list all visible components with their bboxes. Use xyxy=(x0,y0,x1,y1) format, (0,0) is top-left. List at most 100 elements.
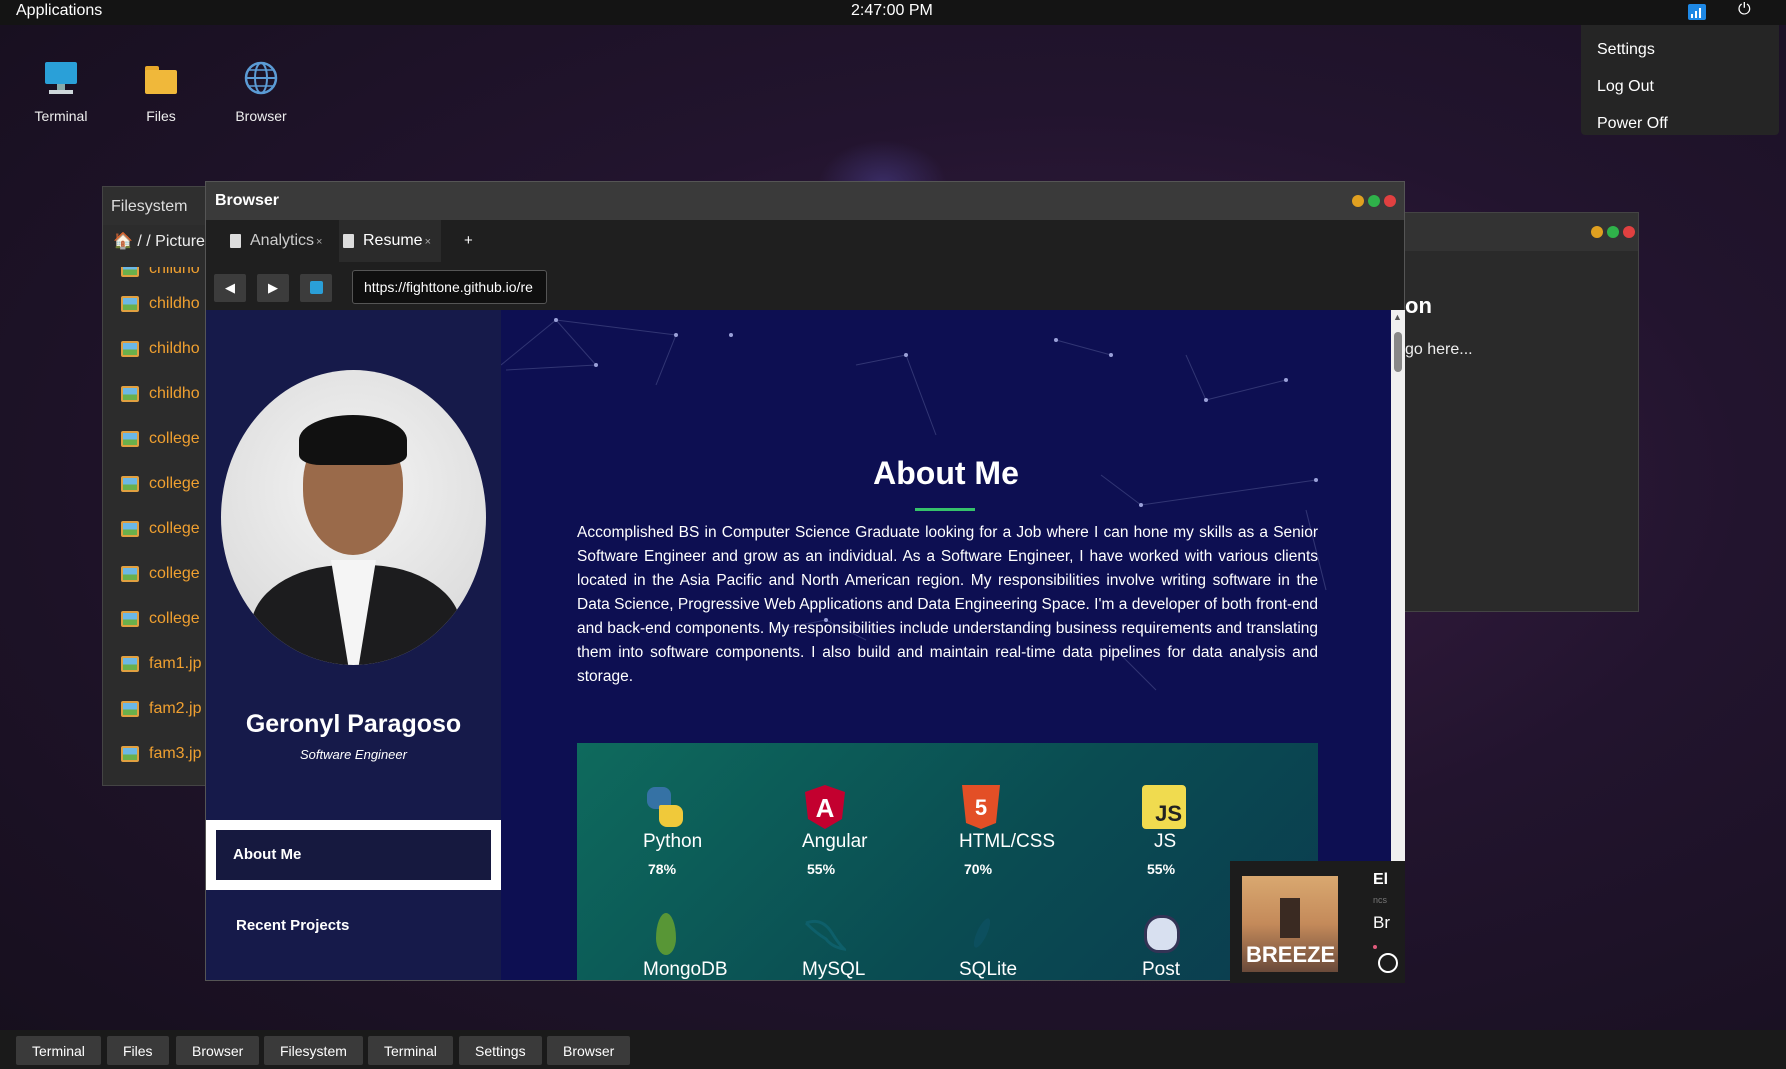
browser-window[interactable]: Browser Analytics × Resume × + ◀ ▶ https:/… xyxy=(205,181,1405,981)
file-name: childho xyxy=(149,384,200,402)
skill-python: Python 78% xyxy=(643,785,783,877)
refresh-icon xyxy=(309,281,323,294)
skill-label: Angular xyxy=(802,831,868,852)
file-item[interactable]: college xyxy=(103,506,209,551)
close-button[interactable] xyxy=(1384,195,1396,207)
file-item[interactable]: childho xyxy=(103,371,209,416)
window-controls xyxy=(1352,195,1396,207)
image-file-icon xyxy=(121,745,139,762)
file-item[interactable]: childho xyxy=(103,326,209,371)
file-list: childho childho childho childho college … xyxy=(103,267,209,785)
image-file-icon xyxy=(121,565,139,582)
home-icon[interactable]: 🏠 xyxy=(113,233,133,250)
taskbar-filesystem[interactable]: Filesystem xyxy=(264,1036,363,1065)
svg-text:A: A xyxy=(816,793,835,823)
forward-button[interactable]: ▶ xyxy=(257,274,289,302)
skill-label: HTML/CSS xyxy=(959,831,1056,852)
background-window[interactable]: on go here... xyxy=(1400,212,1639,612)
file-item[interactable]: fam3.jp xyxy=(103,731,209,776)
profile-name: Geronyl Paragoso xyxy=(245,710,462,738)
scrollbar-thumb[interactable] xyxy=(1394,332,1402,372)
image-file-icon xyxy=(121,267,139,277)
file-item[interactable]: childho xyxy=(103,281,209,326)
tab-close-icon[interactable]: × xyxy=(316,236,322,248)
menu-item-settings[interactable]: Settings xyxy=(1581,33,1779,70)
nav-about-me[interactable]: About Me xyxy=(206,820,501,890)
desktop-icon-terminal[interactable]: Terminal xyxy=(16,58,106,124)
image-file-icon xyxy=(121,385,139,402)
music-player-widget[interactable]: BREEZE El ncs Br xyxy=(1230,861,1405,983)
back-button[interactable]: ◀ xyxy=(214,274,246,302)
folder-icon xyxy=(141,58,181,98)
skill-sqlite: SQLite xyxy=(959,913,1099,980)
tab-close-icon[interactable]: × xyxy=(425,236,431,248)
applications-menu[interactable]: Applications xyxy=(16,2,102,20)
taskbar-terminal[interactable]: Terminal xyxy=(16,1036,101,1065)
minimize-button[interactable] xyxy=(1591,226,1603,238)
file-item[interactable]: fam2.jp xyxy=(103,686,209,731)
file-item[interactable]: fam1.jp xyxy=(103,641,209,686)
network-icon[interactable] xyxy=(1688,4,1706,20)
file-item[interactable]: college xyxy=(103,461,209,506)
file-item[interactable]: childho xyxy=(103,267,209,281)
maximize-button[interactable] xyxy=(1607,226,1619,238)
file-name: fam1.jp xyxy=(149,654,202,672)
desktop-icon-label: Terminal xyxy=(34,108,88,124)
taskbar-settings[interactable]: Settings xyxy=(459,1036,542,1065)
path-text: / / Picture xyxy=(137,233,205,250)
window-title: Browser xyxy=(215,192,280,209)
desktop-icon-browser[interactable]: Browser xyxy=(216,58,306,124)
track-title: El xyxy=(1373,871,1389,888)
navigation-bar: ◀ ▶ https://fighttone.github.io/re xyxy=(206,262,1404,310)
file-item[interactable]: college xyxy=(103,551,209,596)
top-bar: Applications 2:47:00 PM ⏻ xyxy=(0,0,1786,25)
resume-sidebar: Geronyl Paragoso Software Engineer About… xyxy=(206,310,501,980)
menu-item-poweroff[interactable]: Power Off xyxy=(1581,107,1779,144)
window-title[interactable]: Filesystem xyxy=(103,187,209,225)
file-item[interactable]: college xyxy=(103,596,209,641)
file-name: childho xyxy=(149,294,200,312)
browser-titlebar[interactable]: Browser xyxy=(206,182,1404,220)
skill-label: MySQL xyxy=(802,959,866,980)
refresh-button[interactable] xyxy=(300,274,332,302)
skill-label: SQLite xyxy=(959,959,1018,980)
minimize-button[interactable] xyxy=(1352,195,1364,207)
maximize-button[interactable] xyxy=(1368,195,1380,207)
tab-resume[interactable]: Resume × xyxy=(339,220,442,262)
globe-icon xyxy=(241,58,281,98)
image-file-icon xyxy=(121,475,139,492)
power-icon[interactable]: ⏻ xyxy=(1738,1,1751,19)
close-button[interactable] xyxy=(1623,226,1635,238)
window-text: go here... xyxy=(1405,341,1473,358)
image-file-icon xyxy=(121,610,139,627)
file-name: college xyxy=(149,474,200,492)
image-file-icon xyxy=(121,520,139,537)
image-file-icon xyxy=(121,700,139,717)
angular-logo-icon: A xyxy=(805,785,849,829)
menu-item-logout[interactable]: Log Out xyxy=(1581,70,1779,107)
file-item[interactable]: college xyxy=(103,416,209,461)
tab-analytics[interactable]: Analytics × xyxy=(226,220,332,262)
filesystem-window[interactable]: Filesystem 🏠 / / Picture childho childho… xyxy=(102,186,210,786)
scroll-up-icon[interactable]: ▲ xyxy=(1393,312,1402,322)
profile-photo xyxy=(221,370,486,665)
taskbar-browser-2[interactable]: Browser xyxy=(547,1036,631,1065)
about-text: Accomplished BS in Computer Science Grad… xyxy=(577,524,1318,685)
desktop-icon-files[interactable]: Files xyxy=(116,58,206,124)
tab-label: Resume xyxy=(363,232,423,249)
url-input[interactable]: https://fighttone.github.io/re xyxy=(352,270,547,304)
taskbar-terminal-2[interactable]: Terminal xyxy=(368,1036,453,1065)
play-button[interactable] xyxy=(1378,953,1398,973)
nav-recent-projects[interactable]: Recent Projects xyxy=(236,917,349,934)
file-name: fam2.jp xyxy=(149,699,202,717)
skill-angular: A Angular 55% xyxy=(802,785,942,877)
image-file-icon xyxy=(121,295,139,312)
new-tab-button[interactable]: + xyxy=(464,232,473,249)
album-cover: BREEZE xyxy=(1242,876,1338,972)
file-name: fam3.jp xyxy=(149,744,202,762)
image-file-icon xyxy=(121,340,139,357)
javascript-logo-icon: JS xyxy=(1142,785,1186,829)
mysql-logo-icon xyxy=(802,913,849,957)
taskbar-files[interactable]: Files xyxy=(107,1036,169,1065)
taskbar-browser[interactable]: Browser xyxy=(176,1036,260,1065)
